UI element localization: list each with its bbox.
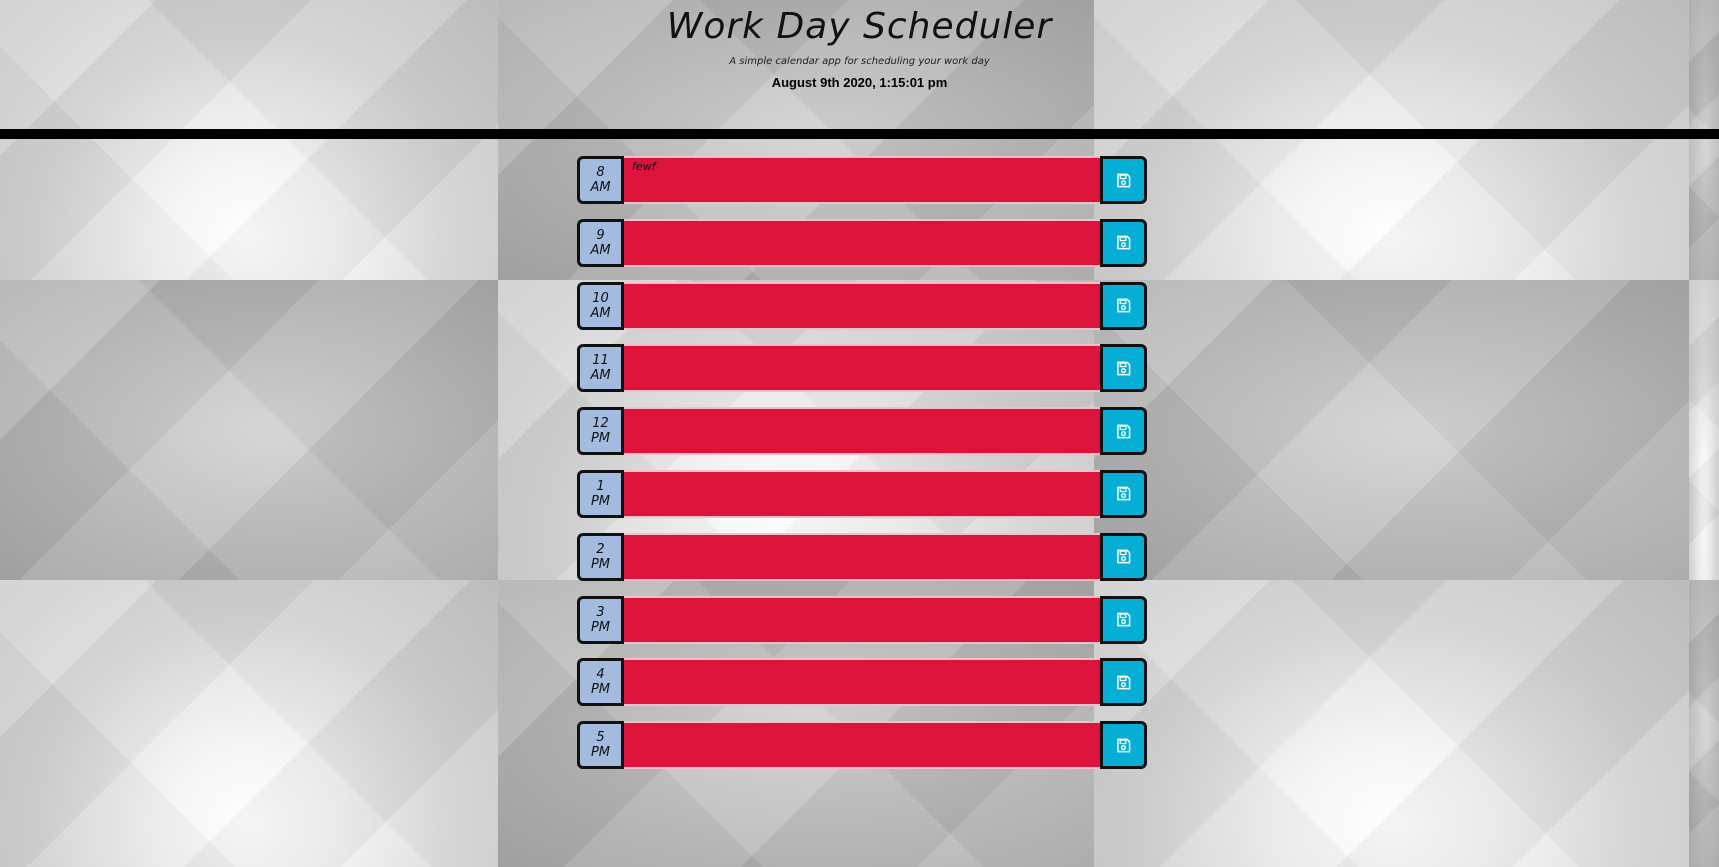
hour-label: 10 AM	[577, 281, 624, 330]
task-input[interactable]	[624, 407, 1100, 456]
floppy-disk-icon	[1117, 675, 1131, 690]
time-block-1pm: 1 PM	[577, 469, 1147, 518]
page-header: Work Day Scheduler A simple calendar app…	[0, 0, 1719, 130]
page-subtitle: A simple calendar app for scheduling you…	[729, 56, 990, 67]
hour-label: 3 PM	[577, 595, 624, 644]
hour-label: 9 AM	[577, 218, 624, 267]
save-button[interactable]	[1100, 344, 1147, 393]
hour-meridiem: AM	[590, 368, 611, 384]
hour-label: 1 PM	[577, 469, 624, 518]
hour-meridiem: PM	[590, 431, 611, 447]
hour-number: 2	[596, 541, 605, 557]
hour-number: 5	[596, 730, 605, 746]
save-button[interactable]	[1100, 156, 1147, 204]
hour-number: 12	[592, 416, 609, 432]
save-button[interactable]	[1100, 595, 1147, 644]
hour-meridiem: AM	[590, 242, 611, 258]
current-day: August 9th 2020, 1:15:01 pm	[771, 75, 948, 90]
floppy-disk-icon	[1117, 549, 1131, 564]
hour-number: 11	[592, 353, 609, 369]
task-input[interactable]	[624, 595, 1100, 644]
floppy-disk-icon	[1117, 173, 1131, 187]
task-input[interactable]	[624, 658, 1100, 707]
time-block-11am: 11 AM	[577, 344, 1147, 393]
hour-meridiem: PM	[590, 556, 611, 572]
hour-meridiem: PM	[590, 493, 611, 509]
task-input[interactable]	[624, 344, 1100, 393]
floppy-disk-icon	[1117, 612, 1131, 627]
hour-number: 8	[596, 165, 605, 180]
hour-number: 1	[596, 478, 605, 494]
hour-label: 2 PM	[577, 532, 624, 581]
floppy-disk-icon	[1117, 738, 1131, 753]
time-block-2pm: 2 PM	[577, 532, 1147, 581]
hour-meridiem: PM	[590, 619, 611, 635]
hour-label: 5 PM	[577, 721, 624, 770]
save-button[interactable]	[1100, 721, 1147, 770]
task-input[interactable]	[624, 281, 1100, 330]
hour-label: 11 AM	[577, 344, 624, 393]
hour-meridiem: AM	[590, 180, 611, 195]
task-input[interactable]	[624, 532, 1100, 581]
hour-number: 10	[592, 290, 609, 306]
time-block-8am: 8 AM fewf	[577, 156, 1147, 204]
time-block-10am: 10 AM	[577, 281, 1147, 330]
hour-label: 12 PM	[577, 407, 624, 456]
hour-meridiem: PM	[590, 682, 611, 698]
time-block-5pm: 5 PM	[577, 721, 1147, 770]
save-button[interactable]	[1100, 469, 1147, 518]
hour-meridiem: AM	[590, 305, 611, 321]
time-block-9am: 9 AM	[577, 218, 1147, 267]
hour-number: 4	[596, 667, 605, 683]
task-input[interactable]	[624, 721, 1100, 770]
time-block-4pm: 4 PM	[577, 658, 1147, 707]
floppy-disk-icon	[1117, 361, 1131, 376]
save-button[interactable]	[1100, 658, 1147, 707]
header-divider	[0, 129, 1719, 139]
hour-label: 4 PM	[577, 658, 624, 707]
time-block-12pm: 12 PM	[577, 407, 1147, 456]
page-title: Work Day Scheduler	[666, 6, 1053, 47]
floppy-disk-icon	[1117, 298, 1131, 313]
save-button[interactable]	[1100, 407, 1147, 456]
save-button[interactable]	[1100, 532, 1147, 581]
schedule-container: 8 AM fewf 9 AM 10 AM 11 AM 12 PM 1 PM 2 …	[577, 156, 1147, 784]
save-button[interactable]	[1100, 281, 1147, 330]
save-button[interactable]	[1100, 218, 1147, 267]
floppy-disk-icon	[1117, 487, 1131, 501]
hour-meridiem: PM	[590, 745, 611, 761]
floppy-disk-icon	[1117, 235, 1131, 250]
hour-number: 3	[596, 604, 605, 620]
time-block-3pm: 3 PM	[577, 595, 1147, 644]
hour-number: 9	[596, 227, 605, 243]
task-input[interactable]	[624, 469, 1100, 518]
hour-label: 8 AM	[577, 156, 624, 204]
floppy-disk-icon	[1117, 424, 1131, 439]
task-input[interactable]	[624, 218, 1100, 267]
task-input[interactable]: fewf	[624, 156, 1100, 204]
